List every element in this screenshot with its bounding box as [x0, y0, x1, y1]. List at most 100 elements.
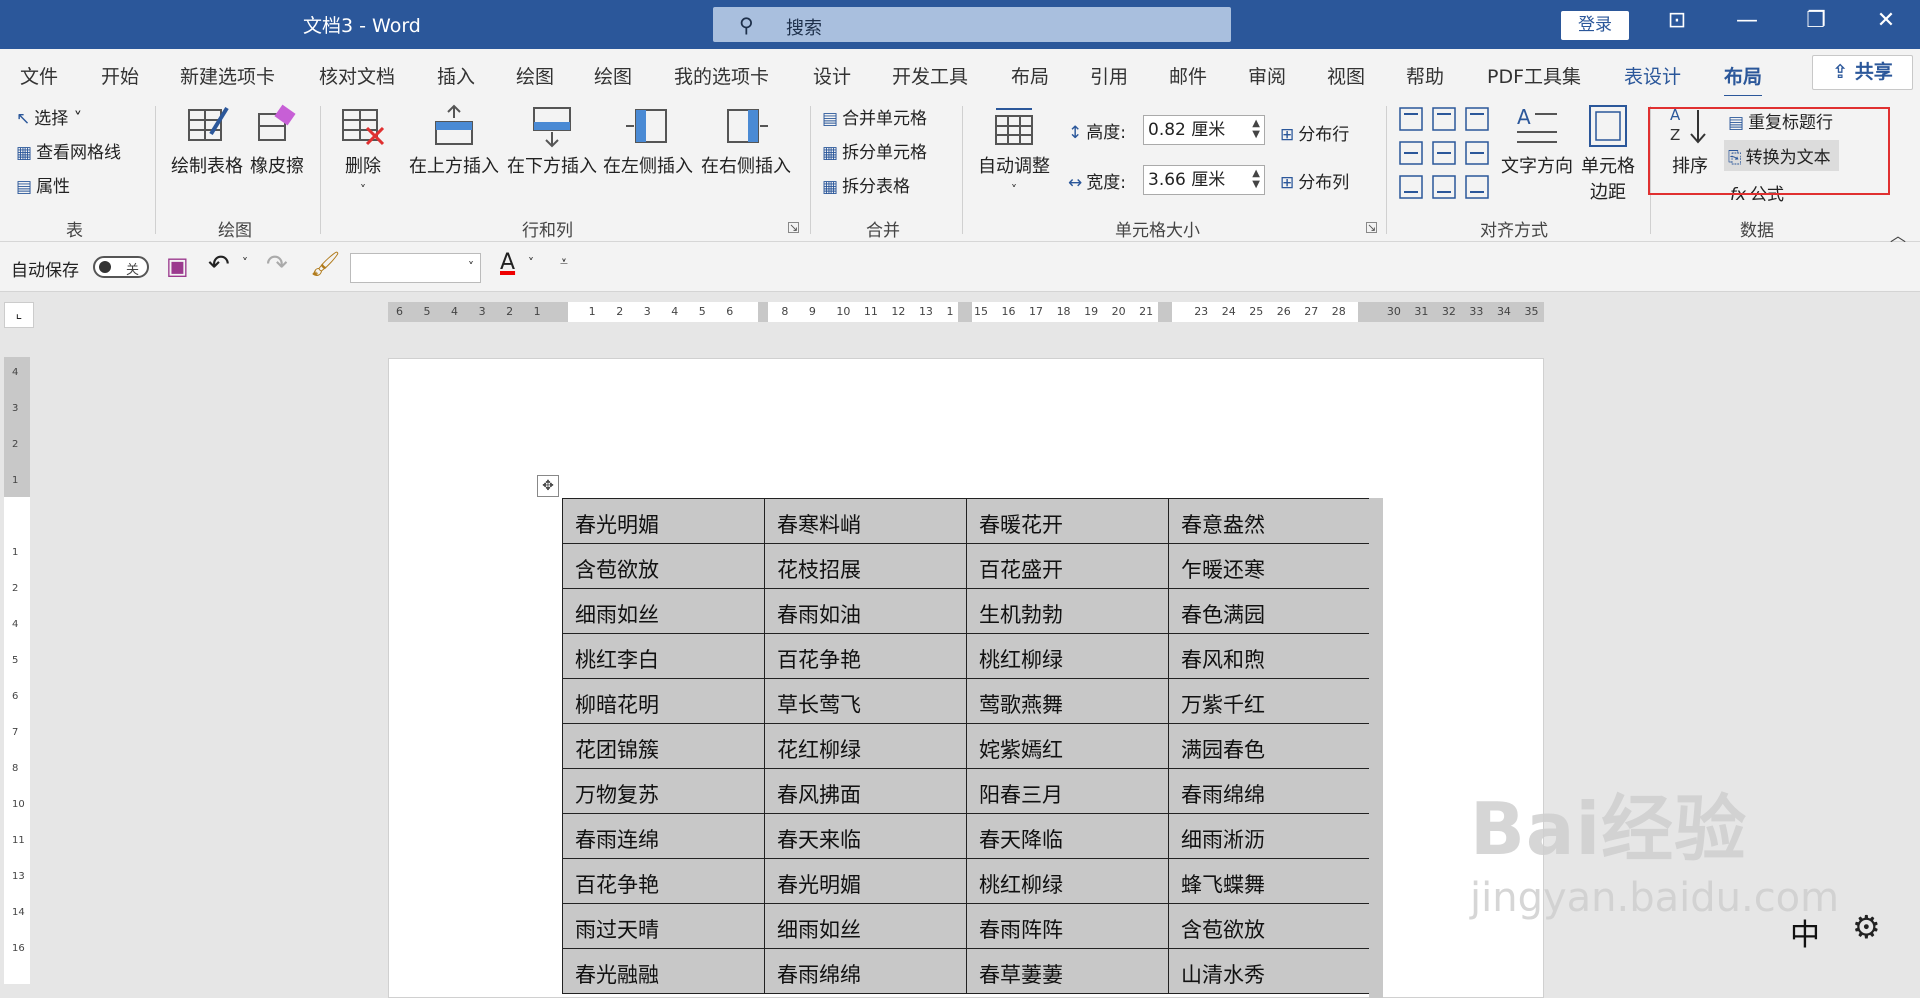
vertical-ruler[interactable]: 4 3 2 1 1 2 4 5 6 7 8 10 11 13 14 16: [4, 357, 30, 984]
share-button[interactable]: ⇪ 共享: [1812, 55, 1913, 90]
tab-review[interactable]: 审阅: [1248, 62, 1286, 89]
table-cell[interactable]: 春天降临: [966, 813, 1169, 859]
tab-help[interactable]: 帮助: [1406, 62, 1444, 89]
distribute-rows-button[interactable]: ⊞ 分布行: [1280, 120, 1349, 145]
table-cell[interactable]: 花红柳绿: [764, 723, 967, 769]
table-cell[interactable]: 细雨淅沥: [1168, 813, 1371, 859]
ribbon-display-icon[interactable]: ⊡: [1657, 8, 1697, 33]
delete-button[interactable]: 删除 ˅: [338, 104, 388, 199]
tab-home[interactable]: 开始: [101, 62, 139, 89]
minimize-icon[interactable]: —: [1727, 8, 1767, 33]
tab-draw-1[interactable]: 绘图: [516, 62, 554, 89]
restore-icon[interactable]: ❐: [1796, 8, 1836, 33]
tab-layout-page[interactable]: 布局: [1011, 62, 1049, 89]
tab-view[interactable]: 视图: [1327, 62, 1365, 89]
height-input[interactable]: 0.82 厘米 ▲ ▼: [1143, 115, 1265, 145]
select-button[interactable]: ↖ 选择 ˅: [16, 104, 82, 129]
table-cell[interactable]: 春风和煦: [1168, 633, 1371, 679]
table-cell[interactable]: 万物复苏: [562, 768, 765, 814]
view-gridlines-button[interactable]: ▦ 查看网格线: [16, 138, 121, 163]
search-box[interactable]: ⚲ 搜索: [713, 7, 1231, 42]
cell-size-launcher-icon[interactable]: ↘: [1366, 222, 1377, 233]
table-cell[interactable]: 春光融融: [562, 948, 765, 994]
table-cell[interactable]: 春雨阵阵: [966, 903, 1169, 949]
draw-table-button[interactable]: 绘制表格: [168, 104, 246, 178]
table-cell[interactable]: 百花盛开: [966, 543, 1169, 589]
table-cell[interactable]: 乍暖还寒: [1168, 543, 1371, 589]
table-cell[interactable]: 春雨绵绵: [1168, 768, 1371, 814]
table-cell[interactable]: 百花争艳: [562, 858, 765, 904]
autosave-toggle[interactable]: 关: [93, 256, 149, 278]
horizontal-ruler[interactable]: 6 5 4 3 2 1 1 2 3 4 5 6 8 9 10 11 12 13 1 15 16 17 18 19 20 21 23 2…: [388, 302, 1544, 322]
table-cell[interactable]: 草长莺飞: [764, 678, 967, 724]
cell-margins-button[interactable]: 单元格 边距: [1578, 104, 1638, 204]
table-cell[interactable]: 桃红柳绿: [966, 858, 1169, 904]
autofit-button[interactable]: 自动调整 ˅: [972, 104, 1056, 199]
font-color-dropdown-icon[interactable]: ˅: [528, 256, 534, 270]
insert-left-button[interactable]: 在左侧插入: [602, 104, 694, 178]
tab-mailings[interactable]: 邮件: [1169, 62, 1207, 89]
table-cell[interactable]: 春寒料峭: [764, 498, 967, 544]
width-spinner-icon[interactable]: ▲ ▼: [1252, 168, 1260, 190]
tab-table-layout[interactable]: 布局: [1724, 62, 1763, 98]
tab-draw-2[interactable]: 绘图: [594, 62, 632, 89]
table-cell[interactable]: 花团锦簇: [562, 723, 765, 769]
table-cell[interactable]: 春暖花开: [966, 498, 1169, 544]
table-cell[interactable]: 春草萋萋: [966, 948, 1169, 994]
tab-file[interactable]: 文件: [20, 62, 58, 89]
save-icon[interactable]: ▣: [166, 252, 189, 280]
tab-proofread[interactable]: 核对文档: [319, 62, 395, 89]
close-icon[interactable]: ✕: [1866, 8, 1906, 33]
table-cell[interactable]: 春光明媚: [764, 858, 967, 904]
font-size-select[interactable]: ˅: [350, 253, 481, 283]
width-input[interactable]: 3.66 厘米 ▲ ▼: [1143, 165, 1265, 195]
height-spinner-icon[interactable]: ▲ ▼: [1252, 118, 1260, 140]
table-cell[interactable]: 山清水秀: [1168, 948, 1371, 994]
tab-design[interactable]: 设计: [813, 62, 851, 89]
table-cell[interactable]: 柳暗花明: [562, 678, 765, 724]
insert-above-button[interactable]: 在上方插入: [408, 104, 500, 178]
table-cell[interactable]: 春雨连绵: [562, 813, 765, 859]
gear-icon[interactable]: ⚙: [1852, 908, 1881, 946]
table-cell[interactable]: 含苞欲放: [1168, 903, 1371, 949]
format-painter-icon[interactable]: 🖌: [310, 250, 340, 278]
tab-insert[interactable]: 插入: [437, 62, 475, 89]
distribute-columns-button[interactable]: ⊞ 分布列: [1280, 168, 1349, 193]
table-cell[interactable]: 桃红柳绿: [966, 633, 1169, 679]
merge-cells-button[interactable]: ▤ 合并单元格: [822, 104, 927, 129]
table-cell[interactable]: 姹紫嫣红: [966, 723, 1169, 769]
document-table[interactable]: 春光明媚 春寒料峭 春暖花开 春意盎然 含苞欲放 花枝招展 百花盛开 乍暖还寒 细雨如丝 春雨如油…: [562, 498, 1371, 994]
table-cell[interactable]: 桃红李白: [562, 633, 765, 679]
table-cell[interactable]: 万紫千红: [1168, 678, 1371, 724]
table-cell[interactable]: 春色满园: [1168, 588, 1371, 634]
login-button[interactable]: 登录: [1561, 11, 1629, 40]
table-cell[interactable]: 春天来临: [764, 813, 967, 859]
undo-icon[interactable]: ↶: [208, 250, 230, 280]
alignment-buttons-icon[interactable]: [1398, 106, 1498, 206]
split-cells-button[interactable]: ▦ 拆分单元格: [822, 138, 927, 163]
insert-below-button[interactable]: 在下方插入: [506, 104, 598, 178]
font-color-icon[interactable]: A: [500, 250, 515, 275]
insert-right-button[interactable]: 在右侧插入: [700, 104, 792, 178]
tab-new-tab[interactable]: 新建选项卡: [180, 62, 275, 89]
table-cell[interactable]: 花枝招展: [764, 543, 967, 589]
properties-button[interactable]: ▤ 属性: [16, 172, 70, 197]
table-cell[interactable]: 细雨如丝: [764, 903, 967, 949]
table-move-handle-icon[interactable]: ✥: [537, 475, 559, 497]
tab-stop-selector[interactable]: ⌞: [4, 302, 34, 328]
table-cell[interactable]: 满园春色: [1168, 723, 1371, 769]
rows-columns-launcher-icon[interactable]: ↘: [788, 222, 799, 233]
tab-references[interactable]: 引用: [1090, 62, 1128, 89]
table-cell[interactable]: 莺歌燕舞: [966, 678, 1169, 724]
table-cell[interactable]: 生机勃勃: [966, 588, 1169, 634]
table-cell[interactable]: 春雨如油: [764, 588, 967, 634]
table-cell[interactable]: 春意盎然: [1168, 498, 1371, 544]
table-cell[interactable]: 春雨绵绵: [764, 948, 967, 994]
table-cell[interactable]: 春光明媚: [562, 498, 765, 544]
table-cell[interactable]: 蜂飞蝶舞: [1168, 858, 1371, 904]
customize-qat-icon[interactable]: ⩡: [560, 254, 568, 270]
ime-indicator[interactable]: 中: [1790, 910, 1820, 954]
tab-pdf-tools[interactable]: PDF工具集: [1487, 62, 1581, 89]
table-cell[interactable]: 含苞欲放: [562, 543, 765, 589]
redo-icon[interactable]: ↷: [266, 250, 288, 280]
